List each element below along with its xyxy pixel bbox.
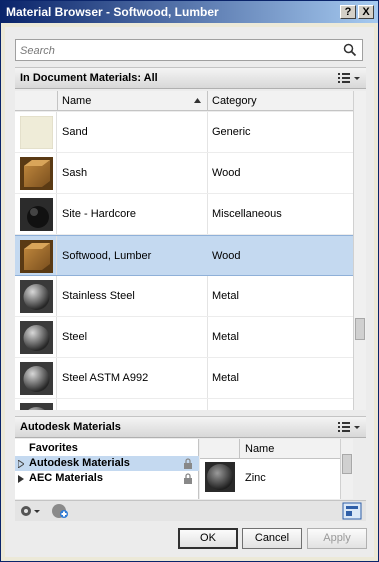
material-swatch-icon	[20, 403, 53, 410]
tree-item-label: Favorites	[29, 442, 78, 454]
swatch-column-header	[15, 91, 58, 111]
material-category: Metal	[212, 290, 239, 302]
material-row[interactable]: Steel Metal	[15, 317, 353, 358]
library-header: Autodesk Materials	[15, 416, 366, 438]
browser-toolbar	[15, 500, 366, 521]
tree-item-autodesk-materials[interactable]: Autodesk Materials	[15, 456, 199, 471]
material-name: Steel ASTM A992	[62, 372, 149, 384]
material-name: Softwood, Lumber	[62, 250, 152, 262]
ok-button[interactable]: OK	[178, 528, 238, 549]
cancel-button[interactable]: Cancel	[242, 528, 302, 549]
material-row[interactable]: Sand Generic	[15, 112, 353, 153]
sort-ascending-icon	[194, 98, 201, 103]
gear-icon[interactable]	[19, 504, 41, 518]
expand-arrow-icon[interactable]	[18, 475, 24, 483]
material-swatch-icon	[20, 240, 53, 273]
tree-item-label: AEC Materials	[29, 472, 103, 484]
material-category: Wood	[212, 250, 241, 262]
material-swatch-icon	[20, 280, 53, 313]
swatch-cell	[15, 153, 57, 193]
swatch-cell	[15, 399, 57, 410]
tree-item-favorites[interactable]: Favorites	[15, 441, 199, 456]
material-swatch-icon	[20, 198, 53, 231]
material-name: Site - Hardcore	[62, 208, 136, 220]
document-materials-header: In Document Materials: All	[15, 67, 366, 89]
tree-item-label: Autodesk Materials	[29, 457, 130, 469]
title-bar: Material Browser - Softwood, Lumber ? X	[1, 1, 378, 23]
library-materials-list: Name Zinc	[200, 439, 353, 499]
material-category: Generic	[212, 126, 251, 138]
library-row-name: Zinc	[245, 472, 266, 484]
material-row[interactable]: Steel ASTM A992 Metal	[15, 358, 353, 399]
tree-item-aec-materials[interactable]: AEC Materials	[15, 471, 199, 486]
material-name: Sash	[62, 167, 88, 179]
swatch-cell	[15, 317, 57, 357]
help-button[interactable]: ?	[340, 5, 356, 19]
swatch-cell	[15, 236, 57, 275]
library-list-header: Name	[200, 439, 353, 459]
category-column-header[interactable]: Category	[208, 91, 353, 111]
material-row-partial[interactable]	[15, 399, 353, 410]
library-title: Autodesk Materials	[20, 421, 121, 433]
material-category: Metal	[212, 372, 239, 384]
name-column-label: Name	[62, 95, 92, 107]
material-category: Metal	[212, 331, 239, 343]
library-name-column-label: Name	[245, 443, 275, 455]
material-row[interactable]: Stainless Steel Metal	[15, 276, 353, 317]
library-list-row[interactable]: Zinc	[200, 460, 353, 498]
material-category: Miscellaneous	[212, 208, 282, 220]
material-row[interactable]: Site - Hardcore Miscellaneous	[15, 194, 353, 235]
close-button[interactable]: X	[358, 5, 374, 19]
material-name: Stainless Steel	[62, 290, 135, 302]
zinc-swatch-icon	[205, 462, 235, 492]
scroll-thumb[interactable]	[355, 318, 365, 340]
lock-icon	[184, 473, 192, 484]
materials-grid-header: Name Category	[15, 91, 353, 111]
library-scrollbar[interactable]	[340, 439, 353, 499]
library-scroll-thumb[interactable]	[342, 454, 352, 474]
material-swatch-icon	[20, 116, 53, 149]
materials-scrollbar[interactable]	[353, 91, 366, 410]
document-materials-title: In Document Materials: All	[20, 72, 158, 84]
material-swatch-icon	[20, 157, 53, 190]
list-view-options-icon[interactable]	[336, 71, 362, 85]
search-box	[15, 39, 363, 61]
library-tree: Favorites Autodesk Materials AEC Materia…	[15, 439, 199, 499]
material-row[interactable]: Softwood, Lumber Wood	[15, 235, 353, 276]
swatch-cell	[15, 112, 57, 152]
window-title: Material Browser - Softwood, Lumber	[6, 5, 219, 19]
expand-arrow-icon[interactable]	[18, 460, 24, 468]
material-editor-icon[interactable]	[342, 502, 362, 520]
library-view-options-icon[interactable]	[336, 420, 362, 434]
apply-button[interactable]: Apply	[307, 528, 367, 549]
swatch-cell	[15, 276, 57, 316]
material-name: Steel	[62, 331, 88, 343]
lock-icon	[184, 458, 192, 469]
library-swatch-column-header	[200, 439, 240, 459]
search-input[interactable]	[20, 43, 330, 58]
name-column-header[interactable]: Name	[58, 91, 208, 111]
category-column-label: Category	[212, 95, 257, 107]
material-swatch-icon	[20, 362, 53, 395]
material-swatch-icon	[20, 321, 53, 354]
swatch-cell	[15, 358, 57, 398]
material-name: Sand	[62, 126, 88, 138]
search-icon[interactable]	[343, 43, 357, 57]
material-category: Wood	[212, 167, 241, 179]
materials-list: Sand Generic Sash Wood Site - Hardcore Miscel…	[15, 112, 353, 410]
material-browser-window: Material Browser - Softwood, Lumber ? X …	[0, 0, 379, 562]
swatch-cell	[15, 194, 57, 234]
material-row[interactable]: Sash Wood	[15, 153, 353, 194]
add-material-icon[interactable]	[51, 503, 69, 519]
